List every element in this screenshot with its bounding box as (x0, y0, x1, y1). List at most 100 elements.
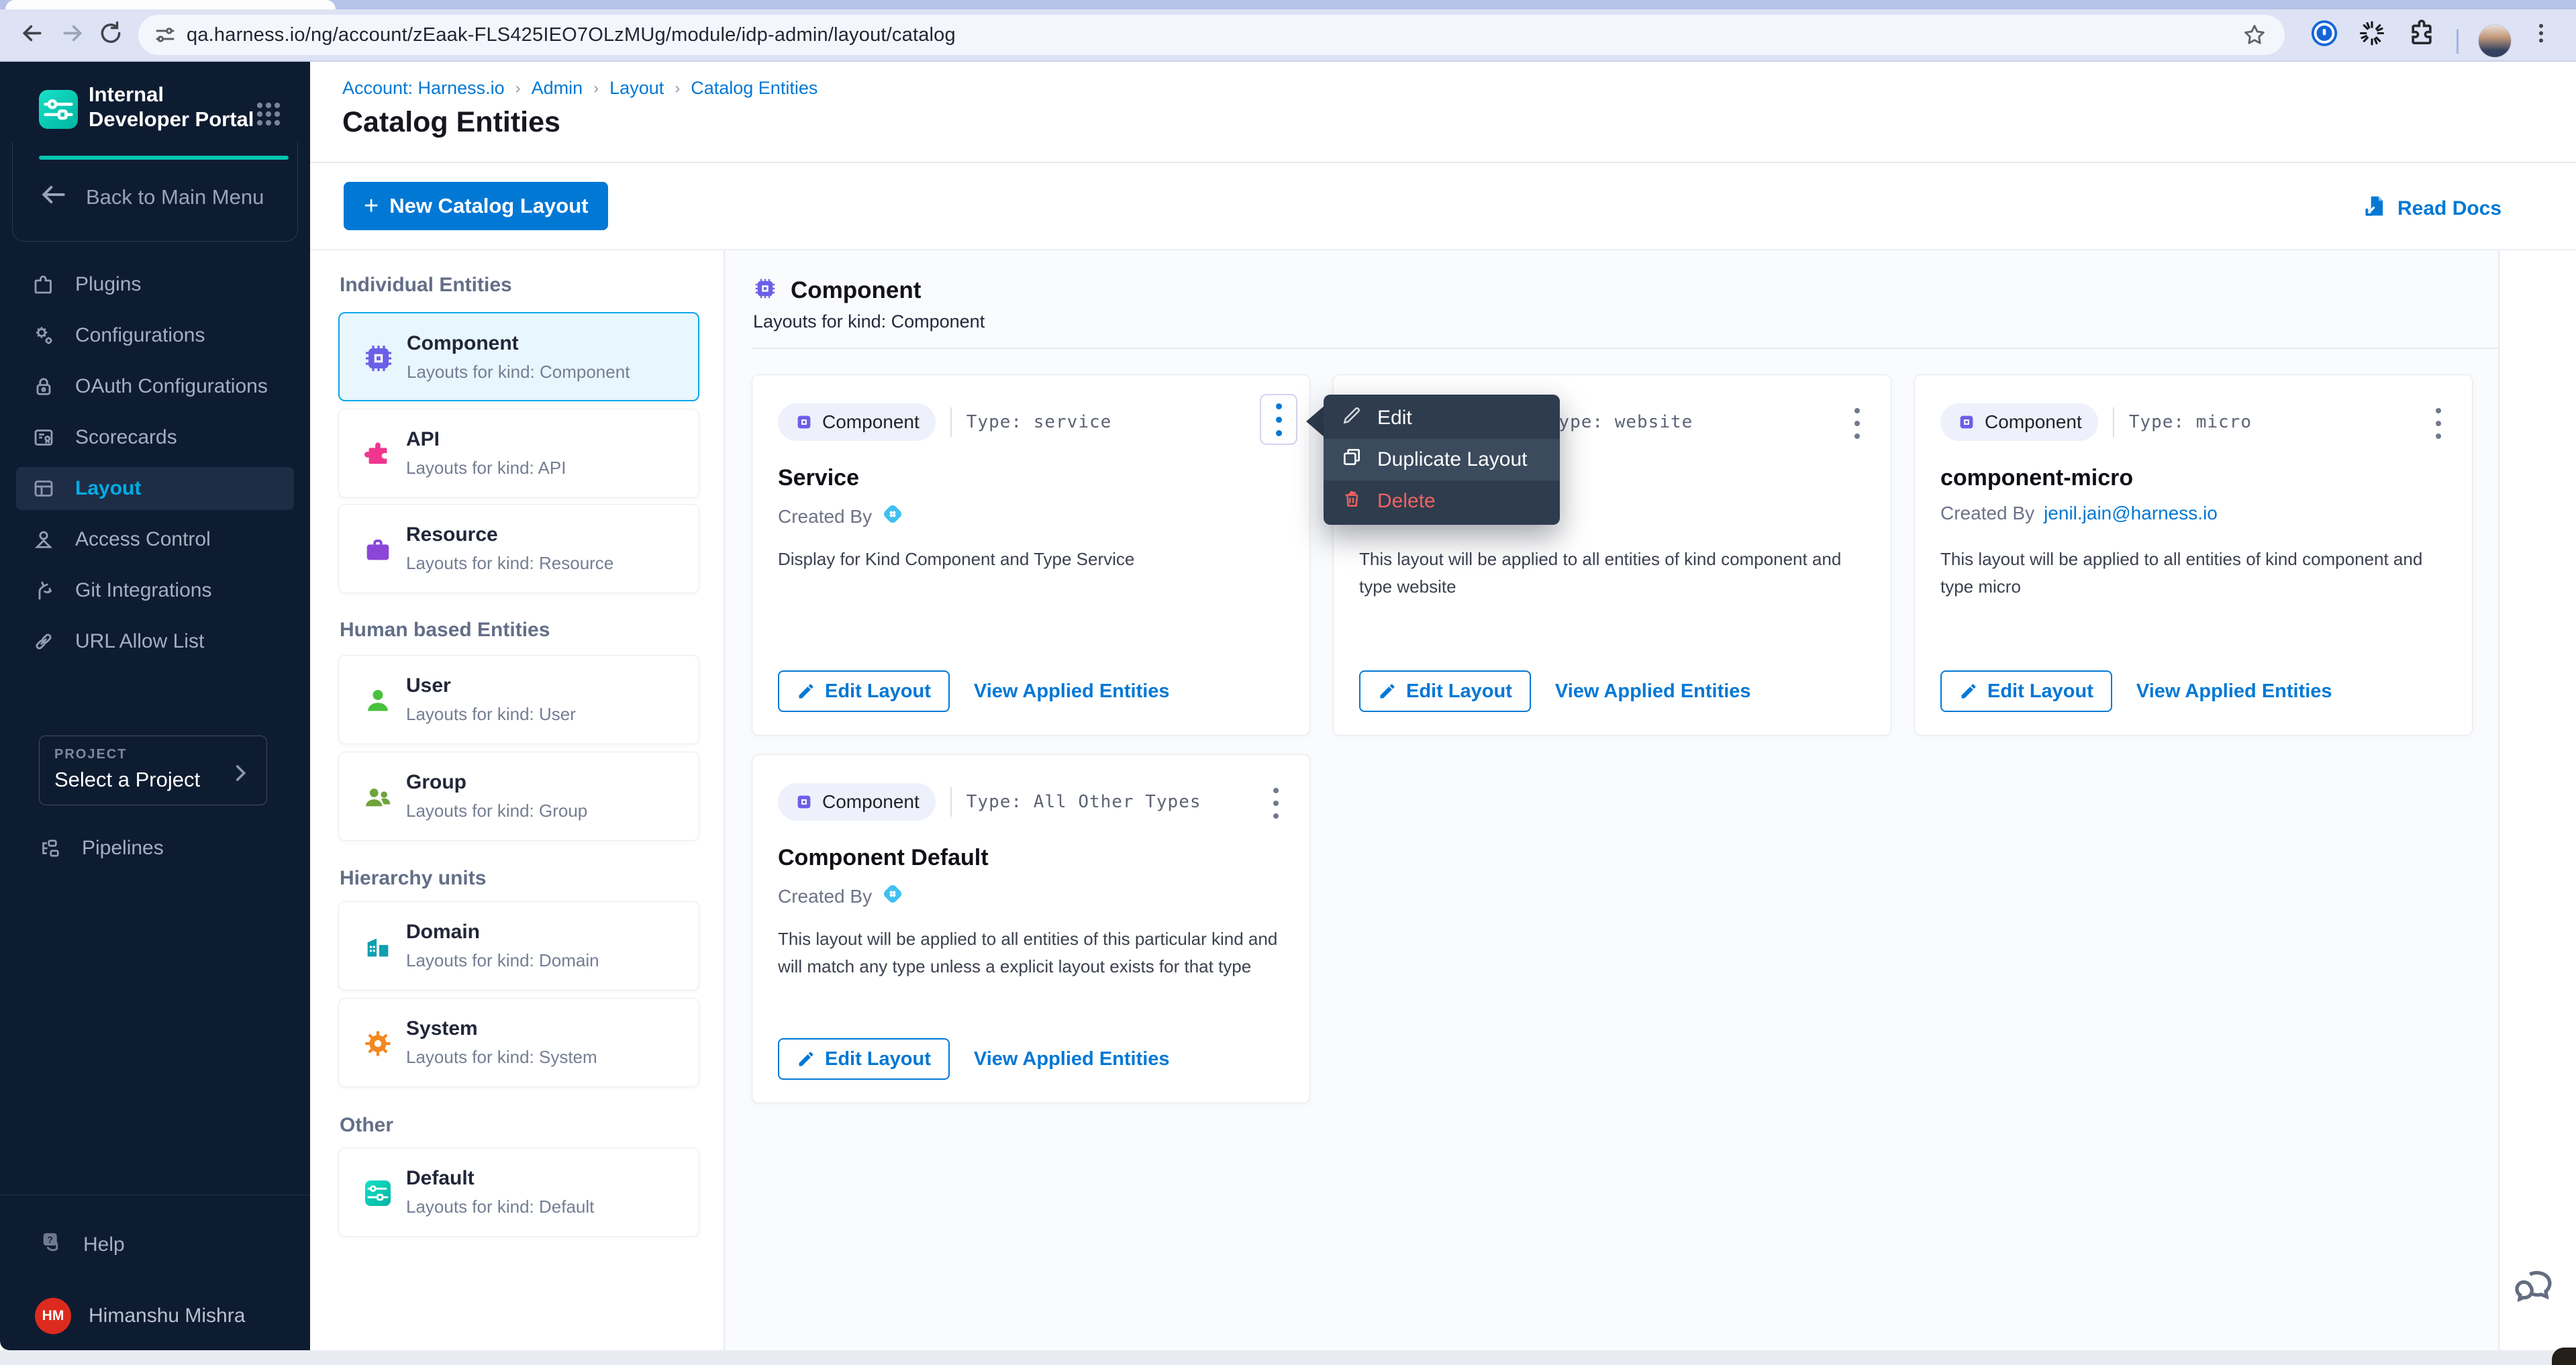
edit-layout-button[interactable]: Edit Layout (778, 1038, 950, 1080)
edit-layout-label: Edit Layout (825, 1048, 931, 1070)
help-button[interactable]: ? Help (39, 1227, 240, 1263)
sidebar-item-scorecards[interactable]: Scorecards (16, 416, 294, 459)
sidebar-item-url-allow-list[interactable]: URL Allow List (16, 620, 294, 663)
sidebar-item-plugins[interactable]: Plugins (16, 263, 294, 306)
layout-card-component-micro: Component Type: micro component-micro Cr… (1914, 374, 2473, 736)
sidebar-item-label: Scorecards (75, 426, 177, 449)
forward-icon[interactable] (59, 20, 86, 50)
bookmark-star-icon[interactable] (2242, 22, 2267, 51)
user-menu[interactable]: HM Himanshu Mishra (35, 1297, 290, 1335)
card-menu-kebab[interactable] (1842, 402, 1872, 445)
view-applied-entities-link[interactable]: View Applied Entities (2136, 680, 2332, 703)
layout-card-component-default: Component Type: All Other Types Componen… (752, 754, 1310, 1103)
project-selector[interactable]: PROJECT Select a Project (39, 736, 267, 805)
harness-user-icon (881, 503, 904, 530)
entity-item-domain[interactable]: Domain Layouts for kind: Domain (338, 901, 699, 991)
crumb-account[interactable]: Account: Harness.io (342, 78, 505, 99)
entity-name: Resource (406, 523, 498, 546)
breadcrumb-separator: › (593, 79, 599, 98)
view-applied-entities-link[interactable]: View Applied Entities (974, 680, 1170, 703)
user-avatar: HM (35, 1298, 71, 1334)
site-info-icon[interactable] (153, 23, 177, 50)
corner-widget[interactable] (2552, 1348, 2576, 1365)
pencil-icon (1341, 405, 1363, 432)
section-hierarchy-units: Hierarchy units (340, 867, 486, 890)
kind-badge: Component (778, 403, 936, 441)
gears-icon (31, 323, 56, 348)
loading-extension-icon[interactable] (2357, 19, 2387, 52)
view-applied-entities-link[interactable]: View Applied Entities (1555, 680, 1751, 703)
back-icon[interactable] (19, 20, 46, 50)
crumb-layout[interactable]: Layout (609, 78, 664, 99)
card-title: component-micro (1940, 465, 2133, 491)
default-idp-icon (362, 1177, 394, 1209)
sidebar-item-configurations[interactable]: Configurations (16, 314, 294, 357)
person-icon (31, 527, 56, 552)
sidebar-item-layout[interactable]: Layout (16, 467, 294, 510)
page-title: Catalog Entities (342, 106, 560, 139)
badge-separator (950, 407, 952, 437)
edit-layout-button[interactable]: Edit Layout (778, 670, 950, 712)
badge-separator (950, 787, 952, 817)
entity-item-user[interactable]: User Layouts for kind: User (338, 655, 699, 744)
entity-desc: Layouts for kind: API (406, 458, 566, 478)
chevron-right-icon (229, 762, 252, 788)
resource-briefcase-icon (362, 534, 394, 566)
link-icon (31, 629, 56, 654)
context-delete-label: Delete (1377, 490, 1436, 513)
context-menu-duplicate[interactable]: Duplicate Layout (1324, 439, 1560, 481)
entity-name: API (406, 428, 440, 451)
entity-name: Domain (406, 921, 480, 944)
extensions-puzzle-icon[interactable] (2407, 19, 2436, 52)
entity-desc: Layouts for kind: Default (406, 1197, 594, 1217)
module-grid-icon[interactable] (251, 97, 286, 135)
url-text[interactable]: qa.harness.io/ng/account/zEaak-FLS425IEO… (187, 24, 956, 46)
onepassword-extension-icon[interactable] (2309, 18, 2340, 52)
entity-item-api[interactable]: API Layouts for kind: API (338, 409, 699, 498)
card-menu-kebab[interactable] (2424, 402, 2453, 445)
entity-item-group[interactable]: Group Layouts for kind: Group (338, 752, 699, 841)
card-menu-kebab[interactable] (1261, 782, 1291, 825)
idp-logo-icon[interactable] (39, 90, 78, 129)
domain-buildings-icon (362, 931, 394, 963)
sidebar-item-git-integrations[interactable]: Git Integrations (16, 569, 294, 612)
entity-item-default[interactable]: Default Layouts for kind: Default (338, 1148, 699, 1237)
sidebar-item-pipelines[interactable]: Pipelines (23, 827, 301, 870)
crumb-admin[interactable]: Admin (532, 78, 583, 99)
created-by-user-link[interactable]: jenil.jain@harness.io (2044, 503, 2218, 524)
entity-item-component[interactable]: Component Layouts for kind: Component (338, 312, 699, 401)
browser-menu-icon[interactable] (2528, 20, 2555, 50)
context-menu-edit[interactable]: Edit (1324, 397, 1560, 439)
browser-profile-avatar[interactable] (2478, 24, 2512, 58)
help-label: Help (83, 1233, 125, 1256)
card-menu-kebab-active[interactable] (1260, 394, 1297, 445)
refresh-icon[interactable] (98, 21, 123, 50)
url-bar[interactable]: qa.harness.io/ng/account/zEaak-FLS425IEO… (138, 15, 2285, 55)
entity-desc: Layouts for kind: Component (407, 362, 630, 383)
new-catalog-layout-button[interactable]: + New Catalog Layout (344, 182, 608, 230)
sidebar-item-oauth-configurations[interactable]: OAuth Configurations (16, 365, 294, 408)
crumb-catalog-entities[interactable]: Catalog Entities (691, 78, 818, 99)
project-label: PROJECT (54, 747, 252, 762)
created-by-row: Created By jenil.jain@harness.io (1940, 503, 2218, 524)
view-applied-entities-link[interactable]: View Applied Entities (974, 1048, 1170, 1070)
edit-layout-button[interactable]: Edit Layout (1940, 670, 2112, 712)
context-duplicate-label: Duplicate Layout (1377, 448, 1527, 471)
entity-item-system[interactable]: System Layouts for kind: System (338, 998, 699, 1087)
sidebar-item-access-control[interactable]: Access Control (16, 518, 294, 561)
entity-item-resource[interactable]: Resource Layouts for kind: Resource (338, 504, 699, 593)
chat-support-icon[interactable] (2510, 1263, 2560, 1316)
context-menu-delete[interactable]: Delete (1324, 481, 1560, 522)
created-by-row: Created By (778, 503, 904, 530)
breadcrumb-separator: › (515, 79, 521, 98)
sidebar-item-label: Layout (75, 477, 141, 500)
layout-card-service: Component Type: service Service Created … (752, 374, 1310, 736)
edit-layout-button[interactable]: Edit Layout (1359, 670, 1531, 712)
active-tab[interactable] (5, 0, 336, 9)
type-text: Type: All Other Types (967, 792, 1201, 812)
app-title: Internal Developer Portal (89, 82, 256, 132)
git-branch-icon (31, 578, 56, 603)
read-docs-link[interactable]: Read Docs (2363, 193, 2501, 224)
type-text: Type: website (1548, 412, 1693, 432)
kind-divider (752, 348, 2498, 349)
